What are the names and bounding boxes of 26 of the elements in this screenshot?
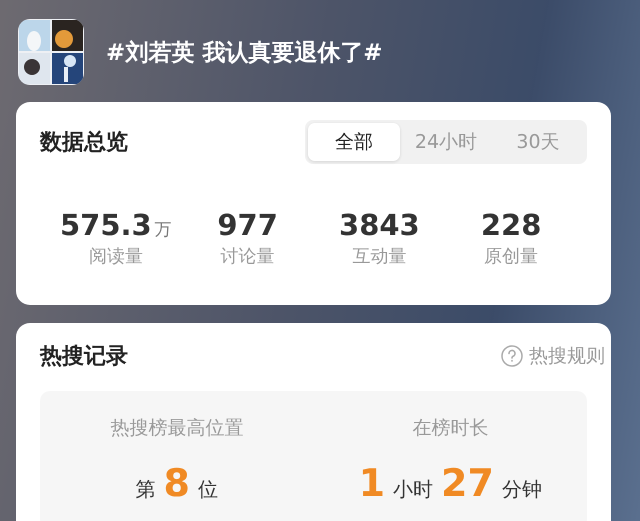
metric-number: 27 [441, 461, 494, 505]
filter-tab[interactable]: 30天 [492, 123, 584, 161]
stat-label: 原创量 [484, 245, 538, 268]
rules-link[interactable]: 热搜规则 [501, 343, 605, 369]
metric-unit: 第 [136, 476, 156, 503]
topic-title: #刘若英 我认真要退休了# [106, 38, 383, 68]
stat-value: 977 [217, 208, 278, 242]
stat-value: 228 [480, 208, 542, 242]
metric-label: 在榜时长 [412, 416, 488, 441]
metric-number: 1 [358, 461, 386, 505]
help-icon [501, 345, 523, 367]
stat-value: 3843 [339, 208, 420, 242]
section-title: 数据总览 [40, 129, 128, 157]
filter-tab[interactable]: 全部 [308, 123, 400, 161]
stat-value: 575.3 [60, 208, 152, 242]
metric-unit: 小时 [393, 476, 434, 503]
stat-label: 讨论量 [220, 245, 275, 268]
stat-unit: 万 [154, 219, 172, 241]
metric-unit: 分钟 [502, 476, 542, 503]
metric-label: 热搜榜最高位置 [110, 416, 244, 441]
metric-number: 8 [164, 461, 190, 505]
stat-label: 互动量 [352, 245, 406, 268]
stat-label: 阅读量 [88, 245, 143, 268]
metric-unit: 位 [198, 476, 218, 503]
section-title: 热搜记录 [40, 343, 128, 371]
filter-tab[interactable]: 24小时 [400, 123, 492, 161]
